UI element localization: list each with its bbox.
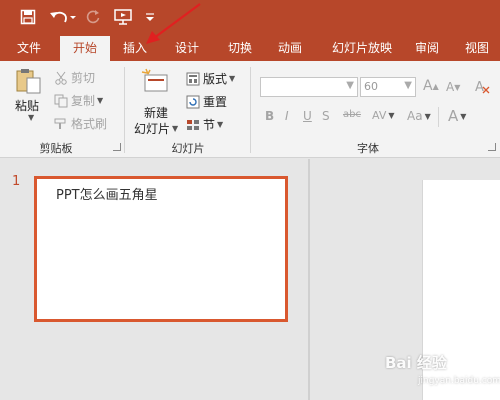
save-icon[interactable]	[18, 7, 38, 27]
copy-icon	[54, 94, 68, 108]
cut-button[interactable]: 剪切	[54, 69, 95, 86]
start-from-beginning-icon[interactable]	[112, 7, 134, 27]
watermark-url: jingyan.baidu.com	[418, 376, 500, 386]
font-name-dropdown-icon[interactable]: ▼	[346, 80, 354, 91]
increase-font-size-icon[interactable]: A ▲	[423, 78, 439, 94]
new-slide-caret-icon: ▼	[172, 124, 179, 133]
copy-label: 复制	[71, 94, 96, 108]
tab-home[interactable]: 开始	[60, 36, 110, 61]
annotation-arrow-icon	[146, 3, 201, 44]
paste-dropdown-caret-icon[interactable]: ▼	[26, 113, 34, 122]
paste-button[interactable]: 粘贴	[15, 97, 39, 114]
font-launcher-icon[interactable]	[488, 143, 496, 151]
paste-label: 粘贴	[15, 99, 40, 113]
slide-title: PPT怎么画五角星	[56, 188, 158, 203]
change-case-button[interactable]: Aa ▼	[407, 109, 431, 123]
tab-file[interactable]: 文件	[6, 35, 52, 61]
font-size-dropdown-icon[interactable]: ▼	[404, 80, 412, 91]
tab-view[interactable]: 视图	[456, 35, 498, 61]
ribbon-separator	[438, 107, 439, 127]
new-slide-label-line2: 幻灯片	[134, 122, 171, 136]
group-label-slides: 幻灯片	[171, 142, 205, 155]
underline-button[interactable]: U	[303, 109, 312, 123]
italic-button[interactable]: I	[285, 109, 289, 123]
decrease-font-size-icon[interactable]: A ▼	[446, 80, 460, 94]
clear-formatting-icon[interactable]: A	[474, 78, 490, 94]
redo-icon[interactable]	[83, 7, 103, 27]
svg-text:A: A	[475, 80, 484, 94]
ribbon-separator	[124, 67, 125, 153]
reset-icon	[186, 95, 200, 109]
cut-label: 剪切	[71, 71, 96, 85]
tab-review[interactable]: 审阅	[406, 35, 448, 61]
reset-button[interactable]: 重置	[186, 93, 227, 110]
format-painter-label: 格式刷	[71, 117, 108, 131]
group-label-clipboard: 剪贴板	[39, 142, 73, 155]
brush-icon	[54, 117, 68, 131]
layout-button[interactable]: 版式 ▼	[186, 70, 235, 87]
bold-button[interactable]: B	[265, 109, 274, 123]
change-case-label: Aa	[407, 109, 423, 123]
scissors-icon	[54, 71, 68, 85]
new-slide-label-line1[interactable]: 新建	[144, 104, 168, 121]
clipboard-launcher-icon[interactable]	[113, 143, 121, 151]
slide-number: 1	[12, 174, 21, 189]
layout-caret-icon: ▼	[229, 74, 236, 83]
slide-thumbnail[interactable]: PPT怎么画五角星	[34, 176, 288, 322]
section-caret-icon: ▼	[217, 120, 224, 129]
format-painter-button[interactable]: 格式刷	[54, 115, 107, 132]
font-color-button[interactable]: A ▼	[448, 107, 466, 125]
strikethrough-button[interactable]: abc	[343, 109, 361, 120]
group-label-font: 字体	[357, 142, 379, 155]
copy-button[interactable]: 复制 ▼	[54, 92, 103, 109]
character-spacing-button[interactable]: AV ▼	[372, 109, 395, 122]
copy-dropdown-caret-icon[interactable]: ▼	[97, 96, 103, 105]
layout-label: 版式	[203, 72, 228, 86]
font-color-label: A	[448, 107, 459, 125]
change-case-caret-icon: ▼	[424, 111, 431, 121]
new-slide-icon[interactable]	[140, 67, 170, 97]
font-size-value: 60	[364, 80, 378, 93]
ribbon: 粘贴 ▼ 剪切 复制 ▼ 格式刷 剪贴板 新建 幻灯片 ▼ 版式 ▼ 重置 节 …	[0, 61, 500, 158]
font-size-combobox[interactable]: 60 ▼	[360, 77, 416, 97]
ribbon-separator	[250, 67, 251, 153]
ribbon-tabs: 文件 开始 插入 设计 切换 动画 幻灯片放映 审阅 视图	[0, 35, 500, 61]
tab-transitions[interactable]: 切换	[217, 35, 263, 61]
watermark-logo: Bai 经验	[385, 354, 447, 372]
tab-animations[interactable]: 动画	[267, 35, 313, 61]
reset-label: 重置	[203, 95, 228, 109]
font-color-caret-icon: ▼	[460, 111, 467, 121]
character-spacing-label: AV	[372, 109, 387, 122]
tab-slideshow[interactable]: 幻灯片放映	[322, 35, 402, 61]
paste-icon[interactable]	[14, 67, 44, 95]
layout-icon	[186, 72, 200, 86]
undo-icon[interactable]	[48, 7, 78, 27]
text-shadow-button[interactable]: S	[322, 109, 330, 123]
new-slide-button[interactable]: 幻灯片 ▼	[134, 120, 178, 137]
section-button[interactable]: 节 ▼	[186, 116, 223, 133]
section-icon	[186, 118, 200, 132]
character-spacing-caret-icon: ▼	[388, 111, 395, 120]
quick-access-toolbar	[0, 0, 500, 35]
font-name-combobox[interactable]: ▼	[260, 77, 358, 97]
section-label: 节	[203, 118, 216, 132]
